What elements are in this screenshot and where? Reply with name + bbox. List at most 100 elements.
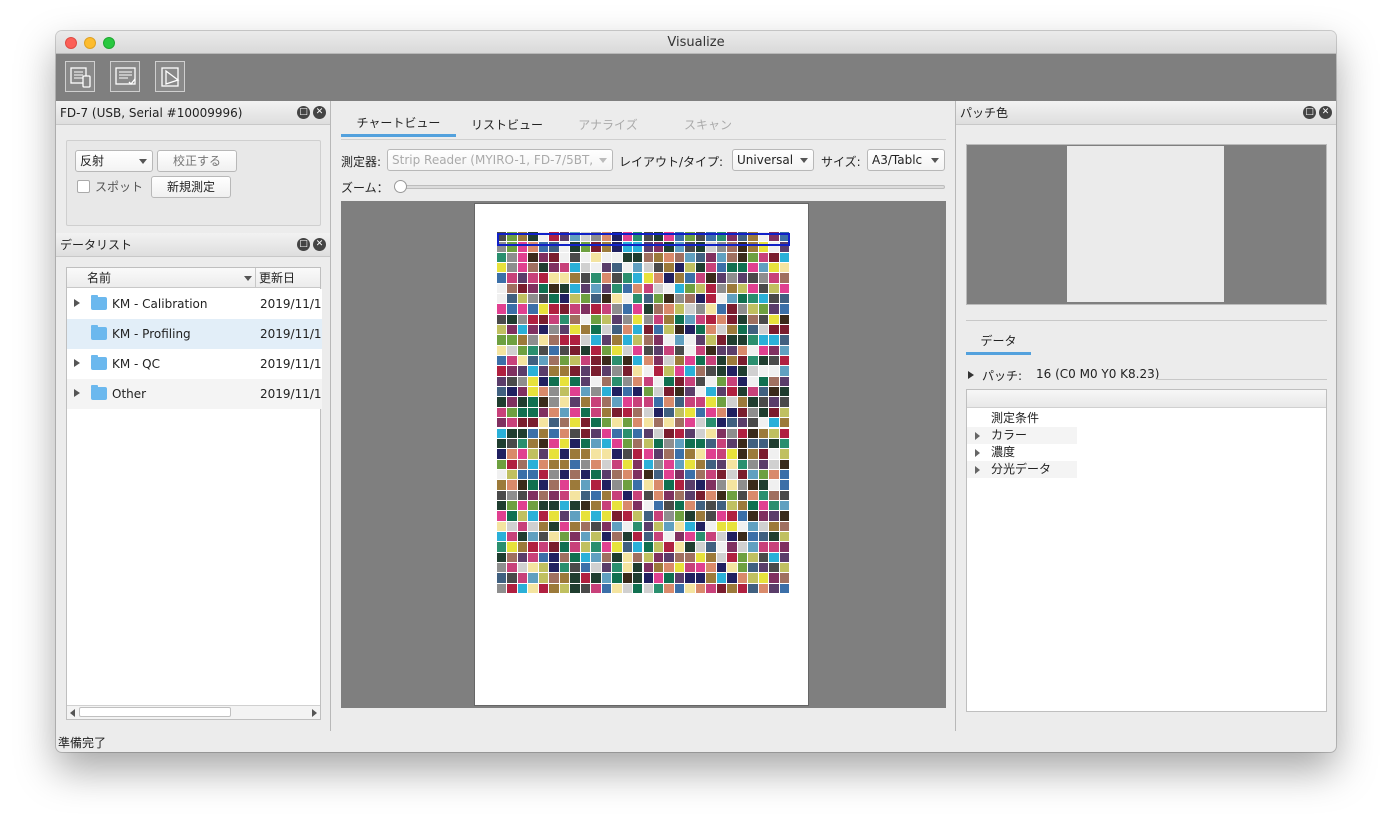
measure-chart-button[interactable] [65,61,95,92]
color-patch[interactable] [633,500,643,511]
color-patch[interactable] [727,469,737,480]
color-patch[interactable] [685,531,695,542]
color-patch[interactable] [559,428,570,438]
color-patch[interactable] [633,562,643,573]
color-patch[interactable] [559,283,570,294]
color-patch[interactable] [570,294,580,304]
color-patch[interactable] [653,314,664,325]
color-patch[interactable] [559,273,570,283]
color-patch[interactable] [507,573,517,583]
color-patch[interactable] [748,376,758,387]
color-patch[interactable] [695,438,706,449]
color-patch[interactable] [716,552,727,562]
color-patch[interactable] [507,325,517,335]
color-patch[interactable] [528,376,538,387]
color-patch[interactable] [748,387,758,397]
color-patch[interactable] [779,511,789,521]
color-patch[interactable] [737,542,748,552]
color-patch[interactable] [507,283,517,294]
color-patch[interactable] [674,428,685,438]
color-patch[interactable] [685,583,695,593]
color-patch[interactable] [758,273,769,283]
color-patch[interactable] [653,573,664,583]
color-patch[interactable] [497,438,507,449]
color-patch[interactable] [737,314,748,325]
color-patch[interactable] [769,511,779,521]
color-patch[interactable] [633,531,643,542]
color-patch[interactable] [570,314,580,325]
undock-icon[interactable]: □ [297,106,310,119]
color-patch[interactable] [706,500,716,511]
color-patch[interactable] [643,480,653,490]
color-patch[interactable] [706,356,716,366]
color-patch[interactable] [528,387,538,397]
color-patch[interactable] [570,356,580,366]
color-patch[interactable] [497,397,507,407]
color-patch[interactable] [653,252,664,262]
color-patch[interactable] [622,283,633,294]
color-patch[interactable] [758,469,769,480]
color-patch[interactable] [497,356,507,366]
color-patch[interactable] [748,500,758,511]
color-patch[interactable] [779,459,789,469]
color-patch[interactable] [559,521,570,531]
color-patch[interactable] [685,438,695,449]
color-patch[interactable] [695,511,706,521]
color-patch[interactable] [695,418,706,428]
color-patch[interactable] [695,480,706,490]
color-patch[interactable] [538,314,549,325]
color-patch[interactable] [517,356,528,366]
color-patch[interactable] [612,562,622,573]
color-patch[interactable] [748,542,758,552]
color-patch[interactable] [716,294,727,304]
color-patch[interactable] [653,542,664,552]
color-patch[interactable] [549,428,559,438]
expand-arrow-icon[interactable] [74,299,80,307]
color-patch[interactable] [507,397,517,407]
color-patch[interactable] [591,418,601,428]
color-patch[interactable] [737,583,748,593]
calibrate-button[interactable]: 校正する [157,150,237,172]
color-patch[interactable] [601,573,612,583]
color-patch[interactable] [580,304,591,314]
color-patch[interactable] [559,449,570,459]
color-patch[interactable] [716,345,727,356]
color-patch[interactable] [591,480,601,490]
color-patch[interactable] [716,500,727,511]
color-patch[interactable] [580,480,591,490]
color-patch[interactable] [758,531,769,542]
color-patch[interactable] [528,562,538,573]
color-patch[interactable] [538,345,549,356]
color-patch[interactable] [716,490,727,500]
color-patch[interactable] [601,314,612,325]
color-patch[interactable] [528,490,538,500]
scroll-left-icon[interactable] [70,709,75,717]
color-patch[interactable] [643,562,653,573]
color-patch[interactable] [758,449,769,459]
color-patch[interactable] [591,428,601,438]
color-patch[interactable] [601,428,612,438]
color-patch[interactable] [664,531,674,542]
color-patch[interactable] [695,552,706,562]
color-patch[interactable] [695,252,706,262]
color-patch[interactable] [601,252,612,262]
color-patch[interactable] [559,418,570,428]
color-patch[interactable] [601,562,612,573]
color-patch[interactable] [580,573,591,583]
color-patch[interactable] [737,480,748,490]
color-patch[interactable] [507,273,517,283]
color-patch[interactable] [737,511,748,521]
color-patch[interactable] [664,490,674,500]
color-patch[interactable] [758,345,769,356]
color-patch[interactable] [517,459,528,469]
color-patch[interactable] [779,325,789,335]
color-patch[interactable] [716,531,727,542]
color-patch[interactable] [685,314,695,325]
color-patch[interactable] [559,438,570,449]
color-patch[interactable] [580,366,591,376]
color-patch[interactable] [580,273,591,283]
color-patch[interactable] [769,407,779,418]
color-patch[interactable] [591,252,601,262]
color-patch[interactable] [716,459,727,469]
color-patch[interactable] [769,252,779,262]
